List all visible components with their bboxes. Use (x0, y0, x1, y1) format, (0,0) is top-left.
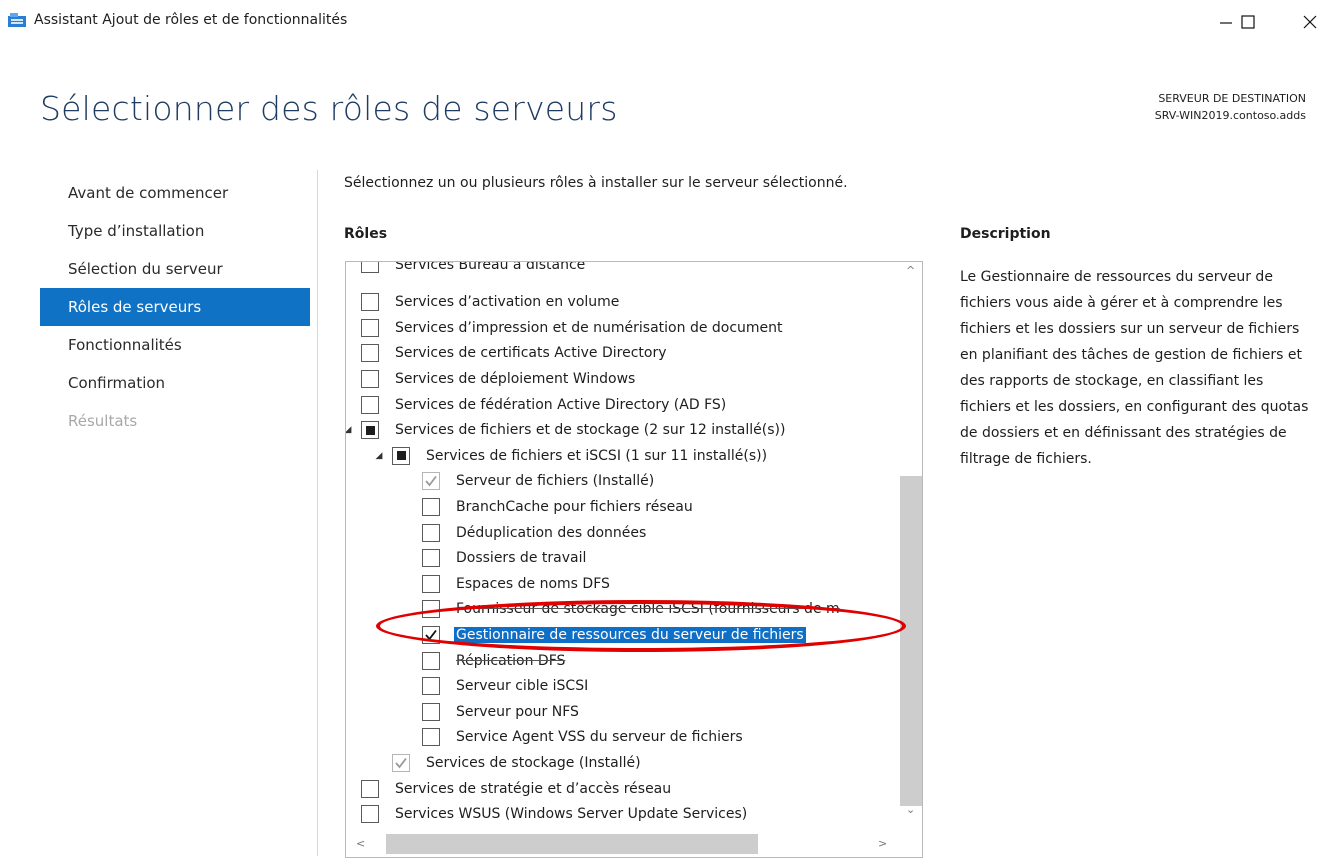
role-checkbox[interactable] (422, 702, 440, 721)
nav-item-before-you-begin[interactable]: Avant de commencer (40, 174, 310, 212)
role-checkbox[interactable] (422, 574, 440, 593)
role-label: Services Bureau à distance (395, 262, 586, 273)
nav-item-confirmation[interactable]: Confirmation (40, 364, 310, 402)
roles-tree-items: Services Bureau à distance Services d’act… (346, 262, 898, 830)
role-label: Déduplication des données (456, 524, 647, 541)
maximize-button[interactable] (1228, 8, 1268, 36)
role-row[interactable]: Services d’impression et de numérisation… (346, 315, 898, 340)
role-checkbox[interactable] (422, 497, 440, 516)
role-row[interactable]: Services de déploiement Windows (346, 366, 898, 391)
role-label: Réplication DFS (456, 652, 566, 669)
role-checkbox[interactable] (361, 395, 379, 414)
role-checkbox[interactable] (361, 293, 379, 312)
nav-item-installation-type[interactable]: Type d’installation (40, 212, 310, 250)
destination-label: SERVEUR DE DESTINATION (1158, 92, 1306, 105)
check-icon (395, 757, 407, 769)
collapse-icon[interactable]: ◢ (346, 425, 355, 435)
nav-item-server-selection[interactable]: Sélection du serveur (40, 250, 310, 288)
destination-server-name: SRV-WIN2019.contoso.adds (1154, 109, 1306, 122)
vertical-scrollbar[interactable]: ^ ⌄ (900, 262, 922, 830)
page-title: Sélectionner des rôles de serveurs (40, 89, 618, 128)
server-manager-icon (8, 13, 26, 27)
close-button[interactable] (1290, 8, 1324, 36)
role-label: Services WSUS (Windows Server Update Ser… (395, 806, 748, 823)
maximize-icon (1241, 15, 1255, 29)
role-checkbox[interactable] (422, 677, 440, 696)
role-row[interactable]: Serveur cible iSCSI (346, 674, 898, 699)
check-icon (425, 476, 437, 487)
role-checkbox[interactable] (422, 523, 440, 542)
role-label: Serveur pour NFS (456, 703, 579, 720)
close-icon (1303, 15, 1317, 29)
red-highlight-annotation (376, 600, 906, 652)
role-label: Services de stratégie et d’accès réseau (395, 780, 672, 797)
role-row[interactable]: ◢ Services de fichiers et iSCSI (1 sur 11… (346, 443, 898, 468)
role-label: Services de fichiers et iSCSI (1 sur 11 … (426, 447, 768, 464)
role-label: Serveur de fichiers (Installé) (456, 473, 655, 490)
wizard-steps: Avant de commencer Type d’installation S… (40, 174, 310, 440)
horizontal-scrollbar[interactable]: < > (346, 830, 922, 857)
role-label: Services de certificats Active Directory (395, 345, 667, 362)
role-label: Espaces de noms DFS (456, 575, 610, 592)
role-checkbox[interactable] (392, 446, 410, 465)
role-checkbox[interactable] (361, 369, 379, 388)
role-checkbox[interactable] (422, 549, 440, 568)
role-label: BranchCache pour fichiers réseau (456, 498, 693, 515)
role-checkbox (422, 472, 440, 491)
role-row[interactable]: Services de certificats Active Directory (346, 341, 898, 366)
title-bar: Assistant Ajout de rôles et de fonctionn… (0, 0, 1324, 44)
role-row[interactable]: BranchCache pour fichiers réseau (346, 494, 898, 519)
role-checkbox[interactable] (361, 318, 379, 337)
scroll-up-icon[interactable]: ^ (906, 264, 915, 277)
nav-item-results: Résultats (68, 412, 138, 430)
role-label: Services de fichiers et de stockage (2 s… (395, 422, 786, 439)
role-checkbox[interactable] (361, 421, 379, 440)
destination-server: SERVEUR DE DESTINATION SRV-WIN2019.conto… (1155, 90, 1306, 124)
role-label: Services de stockage (Installé) (426, 754, 641, 771)
role-row[interactable]: Services de fédération Active Directory … (346, 392, 898, 417)
role-row[interactable]: Déduplication des données (346, 520, 898, 545)
scroll-left-icon[interactable]: < (356, 837, 365, 850)
role-row[interactable]: Services de stockage (Installé) (346, 750, 898, 775)
nav-item-features[interactable]: Fonctionnalités (40, 326, 310, 364)
role-label: Services d’impression et de numérisation… (395, 319, 783, 336)
role-row[interactable]: Services WSUS (Windows Server Update Ser… (346, 802, 898, 827)
nav-divider (317, 170, 318, 856)
vertical-scroll-thumb[interactable] (900, 476, 922, 806)
scroll-down-icon[interactable]: ⌄ (906, 803, 915, 816)
instructions-text: Sélectionnez un ou plusieurs rôles à ins… (344, 175, 848, 191)
role-label: Services d’activation en volume (395, 294, 620, 311)
role-label: Serveur cible iSCSI (456, 678, 589, 695)
role-label: Services de fédération Active Directory … (395, 396, 727, 413)
scroll-right-icon[interactable]: > (878, 837, 887, 850)
roles-header: Rôles (344, 226, 388, 242)
role-row[interactable]: Services de stratégie et d’accès réseau (346, 776, 898, 801)
role-checkbox[interactable] (361, 805, 379, 824)
role-row[interactable]: Serveur pour NFS (346, 699, 898, 724)
role-checkbox[interactable] (361, 344, 379, 363)
role-row[interactable]: Services Bureau à distance (346, 262, 898, 273)
role-row[interactable]: Service Agent VSS du serveur de fichiers (346, 725, 898, 750)
role-checkbox[interactable] (422, 651, 440, 670)
role-row[interactable]: Services d’activation en volume (346, 290, 898, 315)
roles-tree[interactable]: Services Bureau à distance Services d’act… (345, 261, 923, 858)
role-label: Service Agent VSS du serveur de fichiers (456, 729, 743, 746)
role-checkbox[interactable] (361, 779, 379, 798)
role-row[interactable]: Dossiers de travail (346, 546, 898, 571)
description-text: Le Gestionnaire de ressources du serveur… (960, 269, 1309, 467)
role-checkbox[interactable] (361, 262, 379, 273)
role-checkbox[interactable] (422, 728, 440, 747)
window-title: Assistant Ajout de rôles et de fonctionn… (34, 12, 348, 28)
nav-item-server-roles[interactable]: Rôles de serveurs (40, 288, 310, 326)
role-label: Services de déploiement Windows (395, 370, 636, 387)
horizontal-scroll-thumb[interactable] (386, 834, 758, 854)
role-label: Dossiers de travail (456, 550, 587, 567)
role-row[interactable]: ◢ Services de fichiers et de stockage (2 … (346, 418, 898, 443)
description-header: Description (960, 226, 1051, 242)
role-row[interactable]: Espaces de noms DFS (346, 571, 898, 596)
role-row[interactable]: Serveur de fichiers (Installé) (346, 469, 898, 494)
role-checkbox (392, 753, 410, 772)
collapse-icon[interactable]: ◢ (372, 451, 386, 461)
